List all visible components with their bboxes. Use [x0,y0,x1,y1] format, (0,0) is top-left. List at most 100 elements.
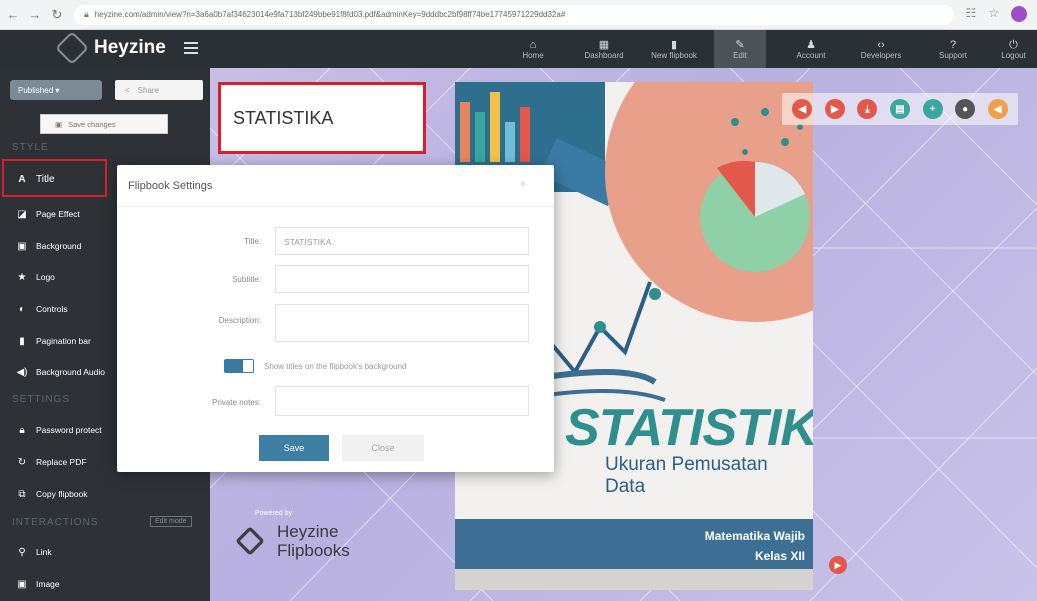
browser-actions: ☷ ☆ [965,6,1027,22]
description-field-label: Description: [218,316,261,325]
private-notes-input[interactable] [275,386,529,416]
brand-name: Heyzine [94,37,166,58]
next-page-arrow-icon[interactable]: ▶ [829,556,847,574]
close-button[interactable]: Close [342,435,424,461]
close-icon[interactable]: × [520,179,526,190]
flipbook-controls-bar: ◀ ▶ ⤓ ▤ + ● ◀ [782,93,1018,125]
sidebar-item-label: Page Effect [36,209,80,219]
user-icon: ♟ [806,38,816,51]
next-icon[interactable]: ▶ [824,99,845,119]
lock-icon: 🔒︎ [84,9,89,19]
menu-icon[interactable] [184,42,198,54]
image-icon: ▣ [17,240,27,252]
dialog-title: Flipbook Settings [128,179,213,192]
flipbook-title-text: STATISTIKA [233,107,334,128]
sidebar-item-label: Password protect [36,425,102,435]
show-titles-toggle[interactable] [224,359,254,373]
heyzine-logo-icon [55,31,89,65]
brand[interactable]: Heyzine [55,31,166,65]
home-icon: ⌂ [529,38,537,51]
sidebar-item-label: Background Audio [36,367,105,377]
nav-logout-label: Logout [1001,50,1026,60]
cover-class: Kelas XII [754,549,805,563]
star-icon[interactable]: ☆ [988,6,999,22]
sidebar-item-label: Background [36,241,82,251]
link-icon: ⚲ [18,546,26,558]
published-dropdown[interactable]: Published ▾ [10,80,102,100]
sidebar-item-link[interactable]: ⚲ Link [0,538,210,566]
save-changes-button[interactable]: ▣ Save changes [40,114,168,134]
title-highlight-box [2,159,107,197]
nav-account[interactable]: ♟ Account [782,30,840,68]
powered-by-label: Powered by [255,510,292,517]
back-arrow-icon[interactable]: ← [4,6,22,24]
speaker-icon: ◀) [16,366,28,378]
sidebar-item-label: Controls [36,304,68,314]
nav-new-flipbook-label: New flipbook [651,50,697,60]
edit-mode-button[interactable]: Edit mode [150,516,192,527]
cover-subject: Matematika Wajib [704,529,805,543]
download-icon[interactable]: ⤓ [857,99,878,119]
save-changes-label: Save changes [68,119,116,129]
image-icon: ▣ [17,578,27,590]
forward-arrow-icon[interactable]: → [26,6,44,24]
nav-support[interactable]: ? Support [924,30,982,68]
title-input[interactable]: STATISTIKA [275,227,529,255]
share-icon: < [125,85,130,95]
toggle-icon: ◐ [18,303,26,315]
print-icon[interactable]: ▤ [889,99,910,119]
browser-toolbar: ← → ↻ 🔒︎ heyzine.com/admin/view?n=3a6a0b… [0,0,1037,30]
extension-icon[interactable] [1011,6,1027,22]
nav-new-flipbook[interactable]: ▮ New flipbook [645,30,703,68]
dialog-header: Flipbook Settings × [117,165,554,207]
star-icon: ★ [17,271,27,283]
share-button[interactable]: < Share [115,80,203,100]
nav-account-label: Account [796,50,826,60]
interactions-section-header: INTERACTIONS [12,517,99,528]
description-textarea[interactable] [275,304,529,342]
reload-icon[interactable]: ↻ [48,6,66,24]
nav-developers[interactable]: ‹› Developers [852,30,910,68]
code-icon: ‹› [877,38,885,51]
prev-icon[interactable]: ◀ [792,99,813,119]
nav-home[interactable]: ⌂ Home [504,30,562,68]
address-bar[interactable]: 🔒︎ heyzine.com/admin/view?n=3a6a0b7af346… [74,4,954,25]
nav-logout[interactable]: ⏻ Logout [990,30,1037,68]
sidebar-item-label: Copy flipbook [36,489,88,499]
settings-icon[interactable]: ● [955,99,976,119]
save-icon: ▣ [55,119,63,129]
sidebar-item-copy-flipbook[interactable]: ⧉ Copy flipbook [0,480,210,508]
show-titles-toggle-row: Show titles on the flipbook's background [224,359,407,373]
support-icon: ? [949,38,957,51]
reader-icon[interactable]: ☷ [965,6,976,22]
private-notes-label: Private notes: [212,398,261,407]
flipbook-settings-dialog: Flipbook Settings × Title: STATISTIKA Su… [117,165,554,472]
sidebar-item-label: Link [36,547,52,557]
power-icon: ⏻ [1009,38,1018,51]
cover-subtitle: Ukuran Pemusatan Data [605,454,768,497]
sidebar-item-label: Logo [36,272,55,282]
sidebar-item-label: Pagination bar [36,336,91,346]
title-field-label: Title: [243,237,261,246]
nav-edit-label: Edit [733,50,747,60]
subtitle-input[interactable] [275,265,529,293]
settings-section-header: SETTINGS [12,394,71,405]
dashboard-icon: ▦ [598,38,610,51]
pencil-icon: ✎ [735,38,745,51]
powered-by-badge[interactable]: Powered by Heyzine Flipbooks [235,510,350,560]
sound-icon[interactable]: ◀ [987,99,1008,119]
zoom-in-icon[interactable]: + [922,99,943,119]
sidebar-item-image[interactable]: ▣ Image [0,570,210,598]
page-effect-icon: ◪ [17,208,27,220]
powered-by-name: Heyzine Flipbooks [277,522,350,560]
app-window: ← → ↻ 🔒︎ heyzine.com/admin/view?n=3a6a0b… [0,0,1037,601]
powered-name-line-1: Heyzine [277,522,339,541]
flipbook-title-overlay: STATISTIKA [218,82,426,154]
subtitle-field-label: Subtitle: [232,275,261,284]
save-button[interactable]: Save [259,435,329,461]
nav-developers-label: Developers [860,50,902,60]
nav-home-label: Home [522,50,544,60]
refresh-icon: ↻ [17,456,27,468]
nav-dashboard[interactable]: ▦ Dashboard [575,30,633,68]
nav-edit[interactable]: ✎ Edit [714,30,766,68]
